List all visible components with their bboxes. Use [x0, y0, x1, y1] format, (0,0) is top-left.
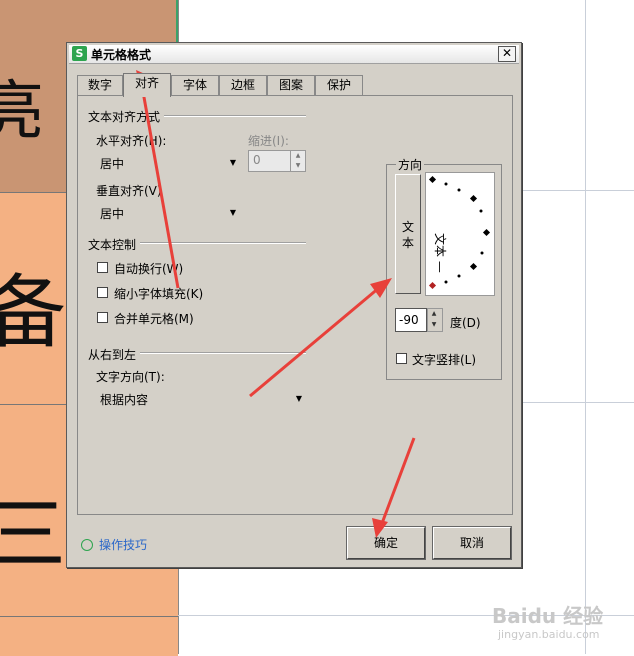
- vertical-text-label: 文本: [402, 220, 415, 250]
- grid-line: [585, 0, 586, 654]
- divider: [140, 242, 306, 244]
- text-control-heading: 文本控制: [88, 238, 137, 252]
- grid-line: [522, 190, 634, 191]
- vertical-text-button[interactable]: 文本: [395, 174, 421, 294]
- stepper-buttons: ▲ ▼: [426, 309, 442, 331]
- divider: [140, 352, 306, 354]
- dial-point: [482, 228, 491, 237]
- tab-alignment[interactable]: 对齐: [123, 73, 171, 97]
- app-logo-icon: S: [72, 46, 87, 61]
- dial-point: [444, 182, 448, 186]
- orientation-heading: 方向: [396, 156, 425, 173]
- divider: [164, 115, 306, 117]
- tab-border[interactable]: 边框: [219, 75, 267, 95]
- arrow-up-icon[interactable]: ▲: [291, 151, 305, 161]
- tips-link[interactable]: 操作技巧: [99, 536, 147, 553]
- text-direction-value: 根据内容: [100, 393, 149, 407]
- dial-text: 文本 —: [433, 233, 448, 273]
- arrow-down-icon[interactable]: ▼: [291, 161, 305, 171]
- cell-4[interactable]: [0, 616, 178, 656]
- vertical-arrange-checkbox[interactable]: [396, 353, 407, 364]
- stepper-buttons: ▲ ▼: [290, 151, 305, 171]
- wrap-text-label[interactable]: 自动换行(W): [114, 260, 183, 277]
- horizontal-align-select[interactable]: 居中 ▼: [96, 153, 236, 171]
- horizontal-align-value: 居中: [100, 157, 125, 171]
- chevron-down-icon: ▼: [229, 158, 236, 167]
- watermark-brand: Baidu 经验: [492, 604, 604, 628]
- dial-point: [457, 274, 461, 278]
- chevron-down-icon: ▼: [295, 394, 302, 403]
- indent-stepper[interactable]: 0 ▲ ▼: [248, 150, 306, 172]
- title-bar[interactable]: S 单元格格式 ✕: [69, 45, 519, 64]
- vertical-align-value: 居中: [100, 207, 125, 221]
- cancel-button[interactable]: 取消: [432, 526, 512, 560]
- cell-2-text: 备: [0, 266, 66, 359]
- orientation-dial[interactable]: 文本 —: [425, 172, 495, 296]
- arrow-down-icon[interactable]: ▼: [426, 320, 442, 331]
- dial-point: [469, 262, 478, 271]
- dial-point: [479, 209, 483, 213]
- horizontal-align-label: 水平对齐(H):: [96, 134, 167, 148]
- dialog-title: 单元格格式: [91, 48, 152, 62]
- cell-format-dialog: S 单元格格式 ✕ 数字 对齐 字体 边框 图案 保护 文本对齐方式 水平对齐(…: [66, 42, 522, 568]
- dial-point: [444, 280, 448, 284]
- close-button[interactable]: ✕: [498, 46, 516, 62]
- arrow-up-icon[interactable]: ▲: [426, 309, 442, 320]
- vertical-arrange-label[interactable]: 文字竖排(L): [412, 351, 476, 368]
- dial-point: [469, 194, 478, 203]
- shrink-to-fit-label[interactable]: 缩小字体填充(K): [114, 285, 203, 302]
- degrees-value: -90: [399, 313, 419, 327]
- tab-protection[interactable]: 保护: [315, 75, 363, 95]
- tab-number[interactable]: 数字: [77, 75, 123, 95]
- text-alignment-heading: 文本对齐方式: [88, 110, 161, 124]
- indent-value: 0: [253, 153, 261, 167]
- shrink-to-fit-checkbox[interactable]: [97, 287, 108, 298]
- merge-cells-label[interactable]: 合并单元格(M): [114, 310, 194, 327]
- orientation-dial-svg: 文本 —: [428, 175, 491, 290]
- degrees-stepper[interactable]: ▲ ▼: [427, 308, 443, 332]
- indent-label: 缩进(I):: [248, 134, 289, 148]
- alignment-panel: 文本对齐方式 水平对齐(H): 缩进(I): 居中 ▼ 0 ▲ ▼ 垂直对齐(V…: [77, 95, 513, 515]
- vertical-align-select[interactable]: 居中 ▼: [96, 203, 236, 221]
- cell-3-text: 三: [0, 488, 66, 581]
- dial-point: [457, 188, 461, 192]
- degrees-input[interactable]: -90: [395, 308, 427, 332]
- degrees-label: 度(D): [450, 316, 481, 330]
- tab-pattern[interactable]: 图案: [267, 75, 315, 95]
- tab-font[interactable]: 字体: [171, 75, 219, 95]
- grid-line: [522, 402, 634, 403]
- play-icon[interactable]: [81, 539, 93, 551]
- wrap-text-checkbox[interactable]: [97, 262, 108, 273]
- rtl-heading: 从右到左: [88, 348, 137, 362]
- vertical-align-label: 垂直对齐(V): [96, 184, 162, 198]
- dial-point: [480, 251, 484, 255]
- text-direction-select[interactable]: 根据内容 ▼: [96, 389, 302, 407]
- dial-point: [428, 175, 437, 184]
- watermark-url: jingyan.baidu.com: [498, 628, 600, 641]
- ok-button[interactable]: 确定: [346, 526, 426, 560]
- cell-1-text: 亮: [0, 75, 44, 149]
- text-direction-label: 文字方向(T):: [96, 370, 165, 384]
- dial-point-selected: [428, 281, 437, 290]
- merge-cells-checkbox[interactable]: [97, 312, 108, 323]
- chevron-down-icon: ▼: [229, 208, 236, 217]
